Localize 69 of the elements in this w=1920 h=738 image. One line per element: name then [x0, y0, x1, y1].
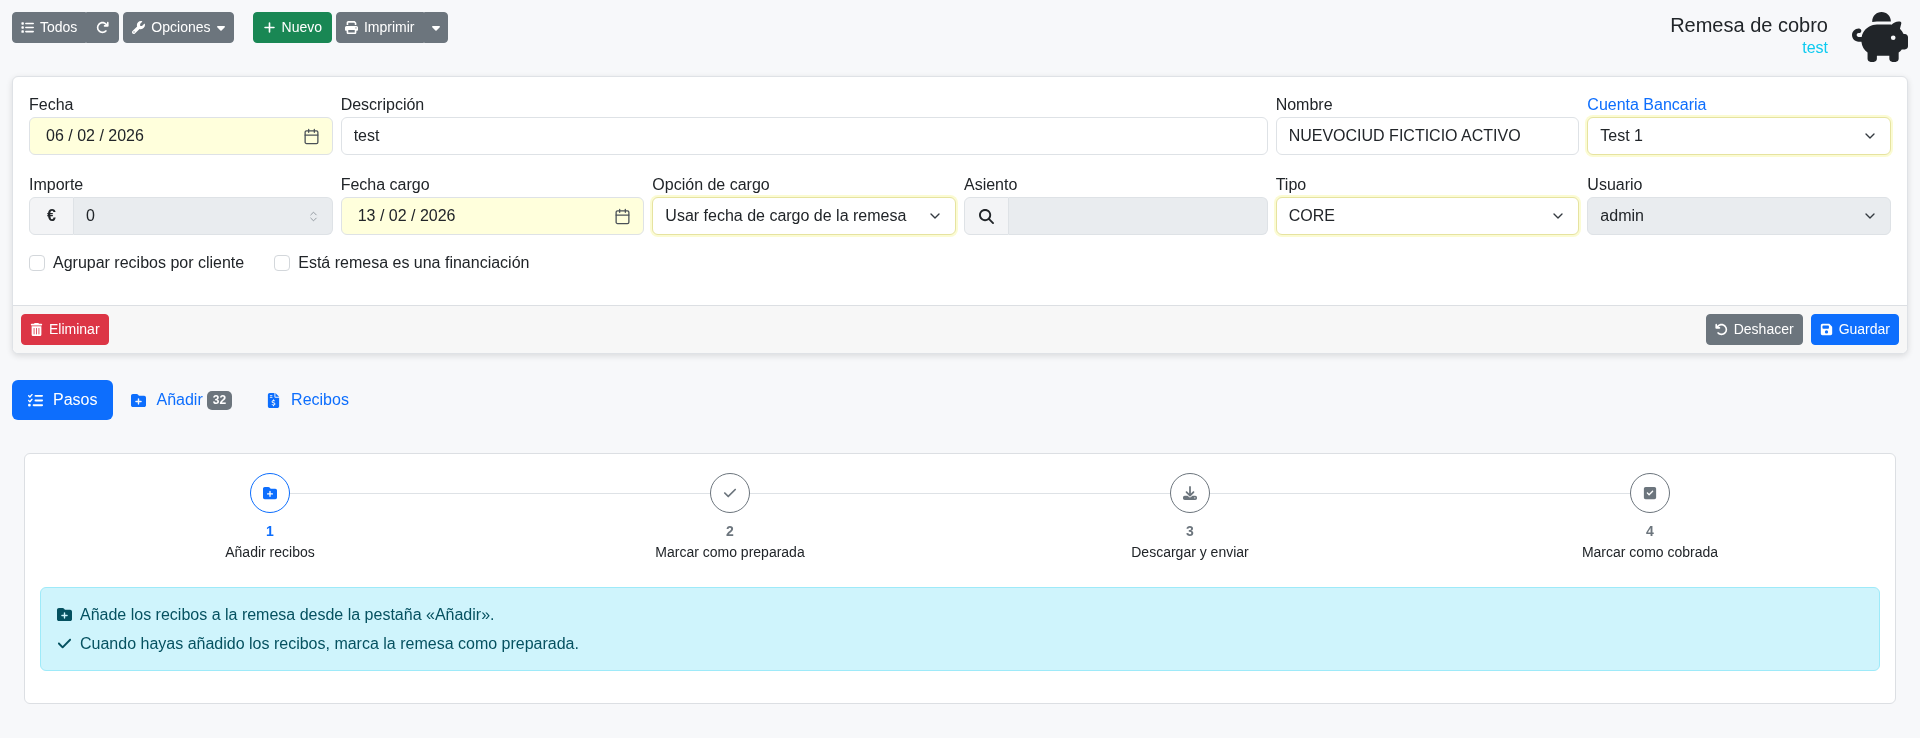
field-label: Opción de cargo — [652, 175, 770, 195]
tab[interactable]: Recibos — [250, 380, 365, 420]
trash-icon — [30, 323, 43, 336]
field-label: Usuario — [1587, 175, 1643, 195]
step-label: Descargar y enviar — [1131, 543, 1249, 562]
field-label: Descripción — [340, 95, 425, 115]
step-label: Marcar como preparada — [655, 543, 805, 562]
page-title: Remesa de cobro — [1670, 13, 1828, 37]
step-number: 1 — [266, 522, 274, 541]
footer-button[interactable]: Deshacer — [1705, 314, 1803, 345]
checkbox-label: Está remesa es una financiación — [298, 253, 530, 273]
folder-plus-icon — [57, 607, 72, 622]
footer-button[interactable]: Eliminar — [21, 314, 109, 345]
field-label: Asiento — [964, 175, 1018, 195]
text-field[interactable]: test — [340, 117, 1268, 155]
step-number: 4 — [1646, 522, 1654, 541]
currency-addon: € — [29, 197, 74, 235]
page-subtitle: test — [1802, 38, 1828, 58]
printer-icon — [345, 21, 358, 34]
footer-button[interactable]: Guardar — [1810, 314, 1899, 345]
checkbox[interactable] — [29, 255, 45, 271]
select-field[interactable]: CORE — [1275, 197, 1580, 235]
search-icon — [979, 208, 994, 224]
field-label: Importe — [29, 175, 84, 195]
field-link[interactable]: Cuenta Bancaria — [1587, 93, 1707, 117]
date-field[interactable]: 06 / 02 / 2026 — [29, 117, 333, 155]
select-field[interactable]: Usar fecha de cargo de la remesa — [652, 197, 956, 235]
toolbar-button[interactable]: Imprimir — [336, 12, 424, 43]
field-label: Tipo — [1275, 175, 1307, 195]
calendar-icon — [302, 127, 320, 145]
text-field[interactable]: NUEVOCIUD FICTICIO ACTIVO — [1275, 117, 1580, 155]
step-label: Marcar como cobrada — [1581, 543, 1719, 562]
download-icon — [1170, 473, 1210, 513]
checkbox-label: Agrupar recibos por cliente — [53, 253, 245, 273]
step-number: 3 — [1186, 522, 1194, 541]
piggy-bank-icon — [1852, 12, 1908, 62]
save-icon — [1819, 323, 1833, 336]
search-button[interactable] — [964, 197, 1009, 235]
undo-icon — [1714, 323, 1728, 336]
count-badge: 32 — [206, 390, 233, 410]
toolbar-button[interactable]: Todos — [12, 12, 87, 43]
wrench-icon — [132, 21, 146, 34]
step-number: 2 — [726, 522, 734, 541]
square-check-icon — [1630, 473, 1670, 513]
dollar-file-icon — [266, 392, 282, 408]
step-label: Añadir recibos — [225, 543, 315, 562]
folder-plus-icon — [131, 392, 147, 408]
date-field[interactable]: 13 / 02 / 2026 — [340, 197, 645, 235]
checklist-icon — [28, 392, 43, 408]
alert-text: Añade los recibos a la remesa desde la pestaña «Añadir». — [80, 604, 495, 625]
dropdown-button[interactable]: Opciones — [123, 12, 234, 43]
refresh-button[interactable] — [86, 12, 120, 43]
tab[interactable]: Añadir 32 — [115, 380, 249, 420]
tab[interactable]: Pasos — [12, 380, 114, 420]
dropdown-toggle-button[interactable] — [423, 12, 448, 43]
field-label: Nombre — [1275, 95, 1333, 115]
check-icon — [57, 636, 72, 651]
plus-icon — [262, 21, 276, 34]
field-label: Fecha — [29, 95, 74, 115]
folder-plus-icon — [250, 473, 290, 513]
refresh-icon — [96, 21, 110, 34]
checkbox[interactable] — [274, 255, 291, 271]
check-icon — [710, 473, 750, 513]
field-label: Fecha cargo — [340, 175, 430, 195]
calendar-icon — [614, 207, 632, 225]
list-icon — [21, 21, 34, 34]
toolbar-button[interactable]: Nuevo — [252, 12, 332, 43]
alert-text: Cuando hayas añadido los recibos, marca la remesa como preparada. — [80, 633, 579, 654]
select-field[interactable]: Test 1 — [1587, 117, 1891, 155]
